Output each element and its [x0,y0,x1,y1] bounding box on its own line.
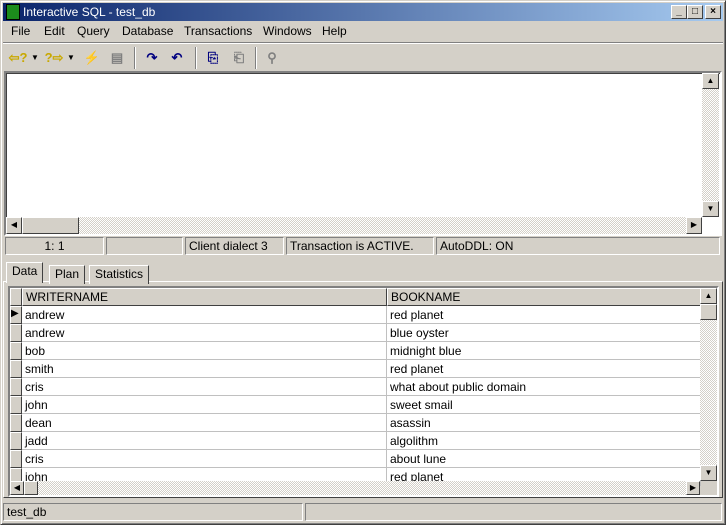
row-indicator[interactable]: ▶ [10,306,22,324]
database-name: test_db [3,503,303,521]
menu-file[interactable]: File [6,23,35,40]
cell-bookname[interactable]: red planet [387,360,701,378]
grid-horizontal-scrollbar[interactable]: ◀ ▶ [10,481,700,495]
execute-query-icon[interactable]: ⚡ [81,47,103,69]
scroll-up-button[interactable]: ▲ [702,73,719,89]
row-indicator[interactable] [10,360,22,378]
cell-bookname[interactable]: algolithm [387,432,701,450]
cell-bookname[interactable]: blue oyster [387,324,701,342]
row-indicator[interactable] [10,378,22,396]
cell-bookname[interactable]: about lune [387,450,701,468]
cell-writername[interactable]: andrew [22,306,387,324]
load-script-icon[interactable]: ⎘ [202,47,224,69]
cell-writername[interactable]: smith [22,360,387,378]
cell-bookname[interactable]: sweet smail [387,396,701,414]
scroll-left-button[interactable]: ◀ [6,217,22,234]
tab-plan[interactable]: Plan [49,265,85,284]
toolbar-separator [134,47,136,69]
cell-writername[interactable]: dean [22,414,387,432]
cell-bookname[interactable]: asassin [387,414,701,432]
cell-writername[interactable]: andrew [22,324,387,342]
scroll-thumb[interactable] [22,217,79,234]
grid-corner [10,288,22,306]
scroll-down-button[interactable]: ▼ [702,201,719,217]
editor-horizontal-scrollbar[interactable]: ◀ ▶ [6,217,702,234]
cell-writername[interactable]: jadd [22,432,387,450]
menu-transactions[interactable]: Transactions [179,23,257,40]
sql-editor[interactable]: ▲ ▼ ◀ ▶ [4,71,722,236]
toolbar: ⇦? ▼ ?⇨ ▼ ⚡ ▤ ↷ ↶ ⎘ ⎗ ⚲ [3,42,723,70]
grid-scroll-left-button[interactable]: ◀ [10,481,24,495]
grid-scroll-down-button[interactable]: ▼ [700,465,717,481]
notepad-icon[interactable]: ▤ [106,47,128,69]
cell-bookname[interactable]: red planet [387,306,701,324]
client-dialect: Client dialect 3 [185,237,284,255]
save-script-icon[interactable]: ⎗ [228,47,250,69]
toolbar-separator [195,47,197,69]
next-dropdown-icon[interactable]: ▼ [66,47,76,69]
results-grid: WRITERNAME BOOKNAME ▶andrewred planetand… [8,286,719,497]
cell-bookname[interactable]: midnight blue [387,342,701,360]
toolbar-separator [255,47,257,69]
cell-bookname[interactable]: what about public domain [387,378,701,396]
cell-writername[interactable]: bob [22,342,387,360]
row-indicator[interactable] [10,396,22,414]
find-icon[interactable]: ⚲ [261,47,283,69]
status-blank [106,237,183,255]
editor-vertical-scrollbar[interactable]: ▲ ▼ [702,73,719,217]
next-query-icon[interactable]: ?⇨ [43,47,65,69]
rollback-icon[interactable]: ↶ [166,47,188,69]
grid-hscroll-thumb[interactable] [24,481,38,495]
cursor-position: 1: 1 [5,237,104,255]
minimize-button[interactable]: _ [671,5,687,19]
menu-edit[interactable]: Edit [39,23,70,40]
row-indicator[interactable] [10,324,22,342]
grid-vertical-scrollbar[interactable]: ▲ ▼ [700,288,717,481]
tab-statistics[interactable]: Statistics [89,265,149,284]
menu-database[interactable]: Database [117,23,178,40]
app-icon [6,4,20,20]
row-indicator[interactable] [10,414,22,432]
footer-panel [305,503,722,521]
menu-bar: File Edit Query Database Transactions Wi… [3,22,723,40]
maximize-button[interactable]: □ [687,5,703,19]
column-header-bookname[interactable]: BOOKNAME [387,288,701,306]
grid-scroll-thumb[interactable] [700,304,717,320]
title-bar: Interactive SQL - test_db _ □ × [3,3,723,21]
close-button[interactable]: × [705,5,721,19]
scroll-right-button[interactable]: ▶ [686,217,702,234]
menu-query[interactable]: Query [72,23,115,40]
row-indicator[interactable] [10,432,22,450]
menu-windows[interactable]: Windows [258,23,317,40]
column-header-writername[interactable]: WRITERNAME [22,288,387,306]
row-indicator[interactable] [10,450,22,468]
grid-scroll-right-button[interactable]: ▶ [686,481,700,495]
tab-data[interactable]: Data [6,262,43,283]
cell-writername[interactable]: cris [22,378,387,396]
row-indicator[interactable] [10,342,22,360]
cell-writername[interactable]: cris [22,450,387,468]
autoddl-status: AutoDDL: ON [436,237,720,255]
grid-scroll-up-button[interactable]: ▲ [700,288,717,304]
cell-writername[interactable]: john [22,396,387,414]
window-title: Interactive SQL - test_db [23,5,155,19]
previous-dropdown-icon[interactable]: ▼ [30,47,40,69]
menu-help[interactable]: Help [317,23,352,40]
transaction-status: Transaction is ACTIVE. [286,237,434,255]
commit-icon[interactable]: ↷ [141,47,163,69]
previous-query-icon[interactable]: ⇦? [7,47,29,69]
